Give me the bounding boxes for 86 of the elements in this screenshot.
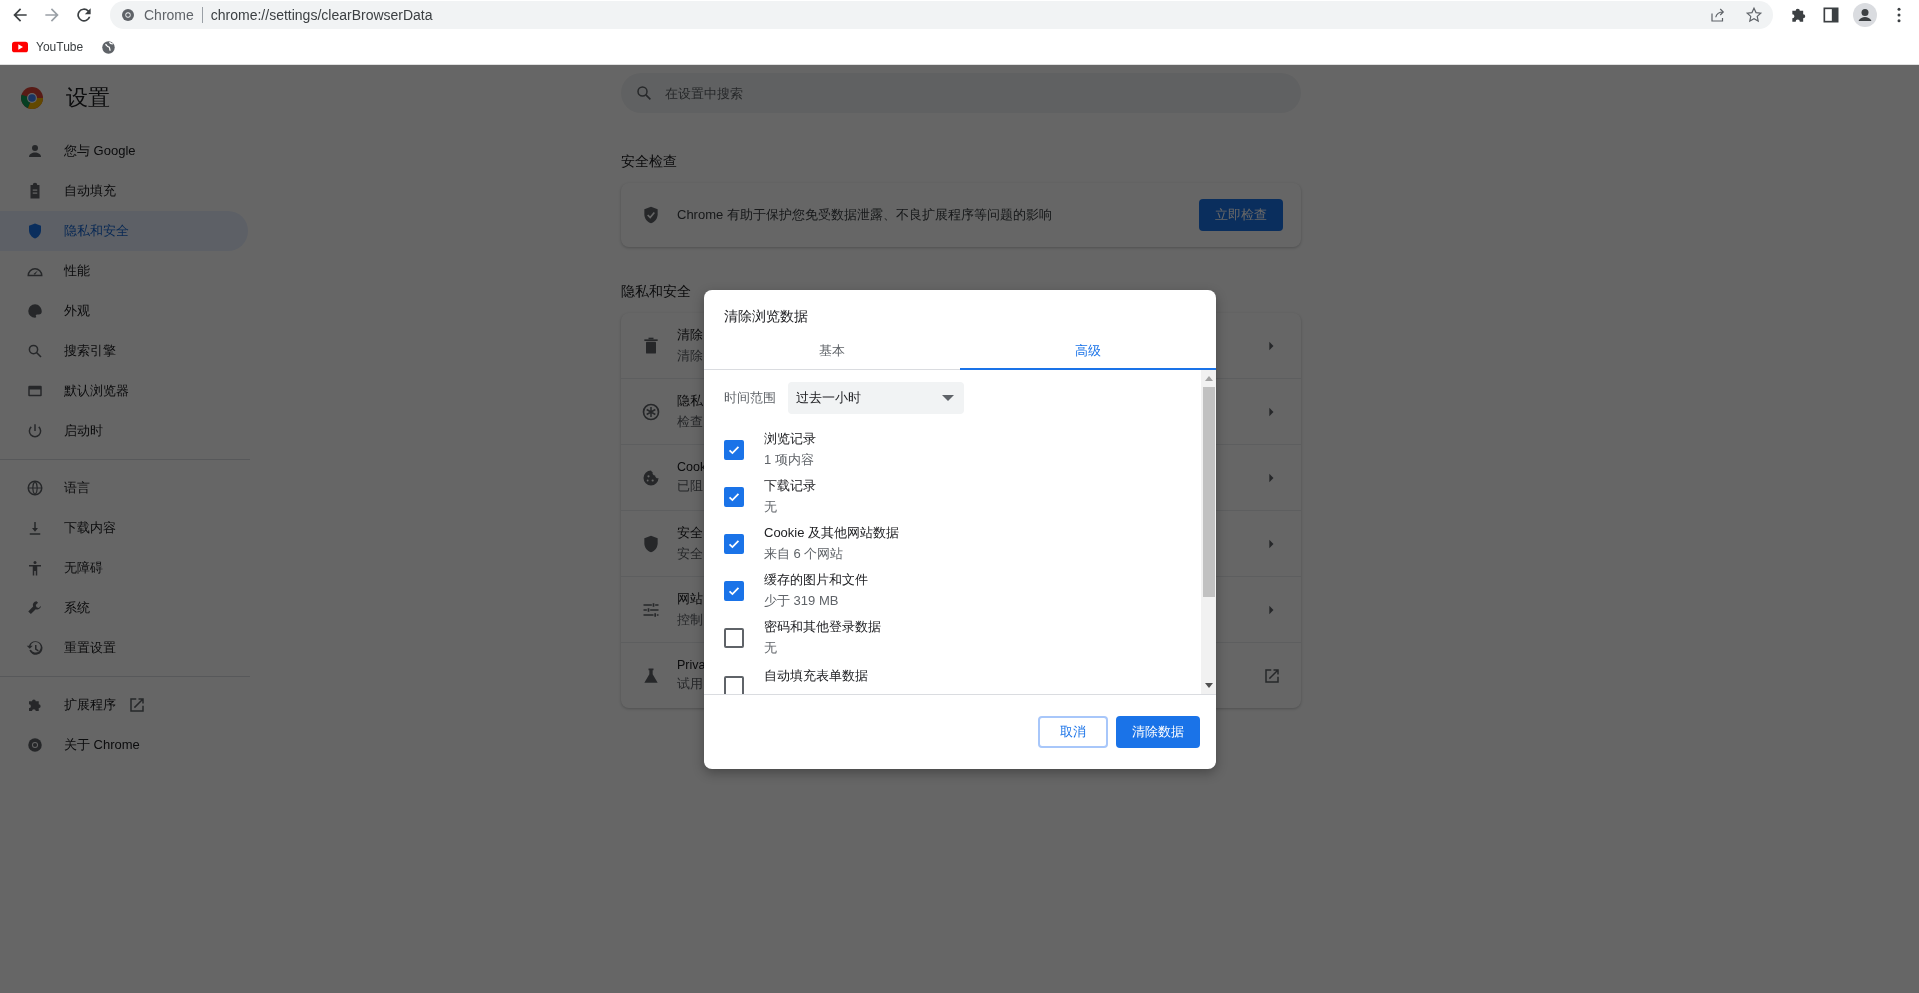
trash-icon [641,335,661,356]
play-logo-icon [12,41,28,53]
sidebar-item[interactable]: 扩展程序 [0,685,248,725]
row-subtitle: 清除 [677,347,703,365]
clear-data-button[interactable]: 清除数据 [1116,716,1200,748]
sidebar-item[interactable]: 自动填充 [0,171,248,211]
row-title: 清除 [677,326,703,344]
site-label: Chrome [144,7,194,23]
globe-icon[interactable] [101,39,117,55]
row-subtitle: 试用 [677,676,703,693]
avatar-icon[interactable] [1853,3,1877,27]
option-detail: 无 [764,639,778,657]
row-subtitle: 检查 [677,413,703,431]
field-label: 时间范围 [724,389,776,407]
accessibility-icon [26,559,44,577]
share-icon[interactable] [1709,6,1727,24]
checkbox[interactable] [724,676,744,694]
search-icon [26,342,44,360]
chrome-icon [120,7,136,23]
sidebar-item[interactable]: 隐私和安全 [0,211,248,251]
asterisk-icon [641,401,661,422]
scrollbar[interactable] [1201,370,1216,694]
power-icon [26,422,44,440]
shield-check-icon [641,205,661,225]
checkbox[interactable] [724,439,744,460]
wrench-icon [26,599,44,617]
scroll-down-icon[interactable] [1204,683,1213,688]
history-icon [26,639,44,657]
sidebar-item[interactable]: 外观 [0,291,248,331]
settings-title: 设置 [66,84,110,112]
checkbox[interactable] [724,486,744,507]
palette-icon [26,302,44,320]
sidebar-item[interactable]: 启动时 [0,411,248,451]
sidebar-item[interactable]: 性能 [0,251,248,291]
bookmark[interactable]: YouTube [12,40,84,54]
sidebar-item[interactable]: 下载内容 [0,508,248,548]
tab[interactable]: 基本 [704,336,960,370]
option-detail: 无 [764,498,778,516]
checkbox[interactable] [724,533,744,554]
sidebar-item[interactable]: 搜索引擎 [0,331,248,371]
star-icon[interactable] [1745,6,1763,24]
reload-icon[interactable] [74,5,94,25]
option-label: Cookie 及其他网站数据 [764,524,900,542]
sidebar-item[interactable]: 系统 [0,588,248,628]
row-title: 安全 [677,524,703,542]
search-icon [635,84,653,102]
side-panel-icon[interactable] [1821,5,1841,25]
section-heading: 隐私和安全 [621,283,692,301]
option-detail: 1 项内容 [764,451,815,469]
option-detail: 少于 319 MB [764,592,840,610]
checkbox[interactable] [724,580,744,601]
checkbox[interactable] [724,627,744,648]
cancel-button[interactable]: 取消 [1038,716,1108,748]
sidebar-item[interactable]: 关于 Chrome [0,725,248,765]
sidebar-item[interactable]: 语言 [0,468,248,508]
sidebar-item[interactable]: 默认浏览器 [0,371,248,411]
chrome-logo-icon [20,86,44,110]
safety-check-text: Chrome 有助于保护您免受数据泄露、不良扩展程序等问题的影响 [677,206,1053,224]
sidebar-item[interactable]: 无障碍 [0,548,248,588]
external-link-icon[interactable] [1263,666,1281,685]
shield-icon [26,222,44,240]
globe-icon [26,479,44,497]
row-title: 网站 [677,590,703,608]
url-text: chrome://settings/clearBrowserData [210,7,433,23]
section-heading: 安全检查 [621,153,678,171]
row-title: 隐私 [677,392,703,410]
row-subtitle: 已阻 [677,478,703,495]
chrome-icon [26,736,44,754]
sidebar-item[interactable]: 重置设置 [0,628,248,668]
caret-icon [942,395,954,401]
option-label: 密码和其他登录数据 [764,618,881,636]
option-label: 下载记录 [764,477,816,495]
dialog-title: 清除浏览数据 [723,307,809,326]
check-now-button[interactable]: 立即检查 [1199,199,1283,231]
address-bar[interactable]: Chrome chrome://settings/clearBrowserData [110,1,1773,29]
tab[interactable]: 高级 [960,336,1216,370]
row-title: Priva [677,658,706,672]
option-label: 自动填充表单数据 [764,667,868,685]
option-label: 缓存的图片和文件 [764,571,868,589]
time-range-dropdown[interactable]: 过去一小时 [788,382,964,414]
person-icon [26,142,44,160]
option-detail: 来自 6 个网站 [764,545,845,563]
sidebar-item[interactable]: 您与 Google [0,131,248,171]
option-label: 浏览记录 [764,430,816,448]
row-subtitle: 安全 [677,545,703,563]
shield-icon [641,533,661,554]
